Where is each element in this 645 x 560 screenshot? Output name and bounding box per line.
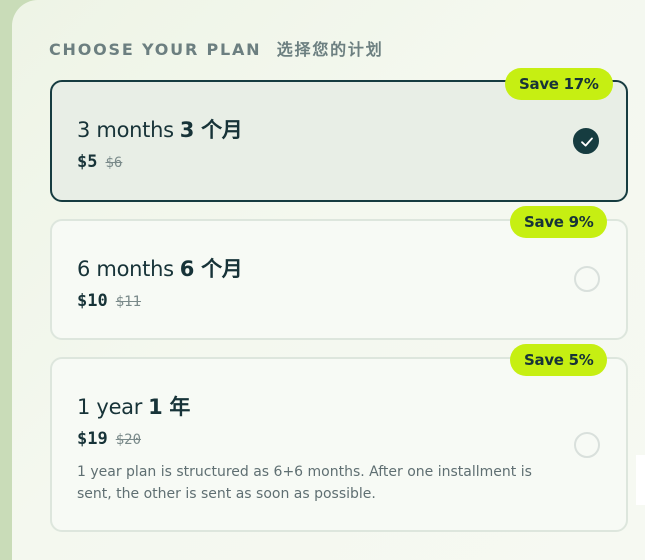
plan-price: $10 bbox=[77, 291, 108, 311]
plan-price: $19 bbox=[77, 429, 108, 449]
save-badge-6-months: Save 9% bbox=[510, 206, 608, 238]
plan-radio[interactable] bbox=[574, 432, 600, 458]
plan-old-price: $6 bbox=[105, 155, 123, 171]
plan-title-cn: 6 个月 bbox=[179, 257, 243, 281]
plan-heading-cn: 选择您的计划 bbox=[276, 40, 384, 59]
plan-title: 6 months 6 个月 bbox=[77, 253, 243, 283]
plan-price: $5 bbox=[77, 152, 98, 172]
save-badge-1-year: Save 5% bbox=[510, 344, 608, 376]
plan-old-price: $20 bbox=[115, 432, 142, 448]
plan-title-en: 1 year bbox=[77, 395, 143, 419]
plan-radio-selected[interactable] bbox=[573, 128, 599, 154]
plan-title-cn: 1 年 bbox=[148, 395, 191, 419]
plan-note: 1 year plan is structured as 6+6 months.… bbox=[77, 464, 532, 502]
save-badge-3-months: Save 17% bbox=[505, 68, 613, 100]
side-panel-edge bbox=[636, 455, 645, 505]
plan-radio[interactable] bbox=[574, 266, 600, 292]
price-row: $10 $11 bbox=[77, 291, 141, 311]
plan-title: 1 year 1 年 bbox=[77, 391, 190, 421]
plan-title-cn: 3 个月 bbox=[179, 118, 243, 142]
price-row: $19 $20 bbox=[77, 429, 141, 449]
plan-card-1-year[interactable]: 1 year 1 年 $19 $20 1 year plan is structur… bbox=[50, 357, 628, 532]
check-icon bbox=[581, 137, 593, 147]
plan-title: 3 months 3 个月 bbox=[77, 114, 243, 144]
plan-title-en: 6 months bbox=[77, 257, 174, 281]
plan-title-en: 3 months bbox=[77, 118, 174, 142]
plan-old-price: $11 bbox=[115, 294, 142, 310]
plan-heading: CHOOSE YOUR PLAN 选择您的计划 bbox=[49, 36, 384, 60]
plan-heading-en: CHOOSE YOUR PLAN bbox=[49, 40, 262, 59]
price-row: $5 $6 bbox=[77, 152, 122, 172]
